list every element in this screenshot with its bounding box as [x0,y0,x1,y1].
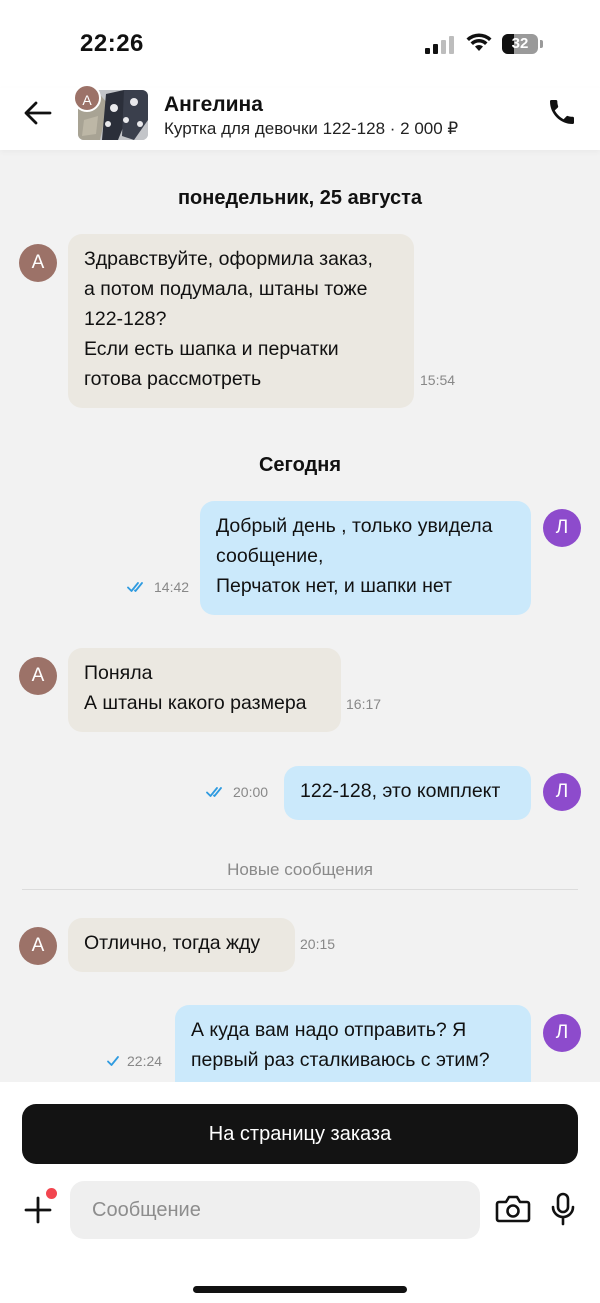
message-line: Добрый день , только увидела [216,515,493,537]
message-line: первый раз сталкиваюсь с этим? [191,1049,490,1071]
message-bubble-incoming[interactable]: Поняла А штаны какого размера [68,648,341,732]
avatar[interactable]: Л [543,1014,581,1052]
avatar[interactable]: А [19,927,57,965]
message-line: А куда вам надо отправить? Я [191,1019,467,1041]
double-check-icon [127,582,143,592]
microphone-icon[interactable] [550,1192,576,1226]
home-indicator [193,1286,407,1293]
contact-name[interactable]: Ангелина [164,93,263,117]
message-bubble-incoming[interactable]: Отлично, тогда жду [68,918,295,972]
message-bubble-outgoing[interactable]: А куда вам надо отправить? Я первый раз … [175,1005,531,1082]
message-time: 15:54 [420,372,456,388]
message-line: сообщение, [216,545,324,567]
avatar[interactable]: Л [543,509,581,547]
status-time: 22:26 [80,30,144,57]
order-page-button[interactable]: На страницу заказа [22,1104,578,1164]
message-line: а потом подумала, штаны тоже [84,278,368,300]
phone-icon[interactable] [546,96,578,128]
new-messages-divider [22,889,578,890]
battery-level: 32 [511,35,529,52]
message-time: 22:24 [127,1053,163,1069]
message-line: готова рассмотреть [84,368,262,390]
back-arrow-icon[interactable] [22,98,54,128]
message-time: 20:15 [300,936,336,952]
wifi-icon [466,33,492,51]
battery-icon: 32 [502,34,543,54]
message-time: 16:17 [346,696,382,712]
check-icon [107,1056,119,1066]
contact-avatar: А [73,84,101,112]
message-bubble-outgoing[interactable]: 122-128, это комплект [284,766,531,820]
message-list[interactable]: понедельник, 25 августа А Здравствуйте, … [0,150,600,1082]
status-bar: 22:26 32 [0,0,600,88]
notification-dot [46,1188,57,1199]
avatar[interactable]: Л [543,773,581,811]
composer-area: На страницу заказа [0,1082,600,1303]
message-line: Поняла [84,662,153,684]
message-line: 122-128, это комплект [300,780,501,802]
product-title[interactable]: Куртка для девочки 122-128 · 2 000 ₽ [164,119,458,139]
message-bubble-outgoing[interactable]: Добрый день , только увидела сообщение, … [200,501,531,615]
new-messages-label: Новые сообщения [227,860,373,879]
message-line: А штаны какого размера [84,692,307,714]
message-input[interactable] [70,1181,480,1239]
message-line: Если есть шапка и перчатки [84,338,339,360]
message-line: 122-128? [84,308,167,330]
signal-icon [425,36,457,54]
message-bubble-incoming[interactable]: Здравствуйте, оформила заказ, а потом по… [68,234,414,408]
chat-header: А Ангелина Куртка для девочки 122-128 · … [0,84,600,150]
camera-icon[interactable] [495,1194,531,1224]
date-separator: Сегодня [258,454,342,476]
double-check-icon [206,787,222,797]
message-time: 20:00 [233,784,269,800]
message-line: Отлично, тогда жду [84,932,261,954]
avatar[interactable]: А [19,657,57,695]
date-separator: понедельник, 25 августа [177,187,423,209]
avatar[interactable]: А [19,244,57,282]
message-time: 14:42 [154,579,190,595]
message-line: Здравствуйте, оформила заказ, [84,248,373,270]
message-line: Перчаток нет, и шапки нет [216,575,453,597]
